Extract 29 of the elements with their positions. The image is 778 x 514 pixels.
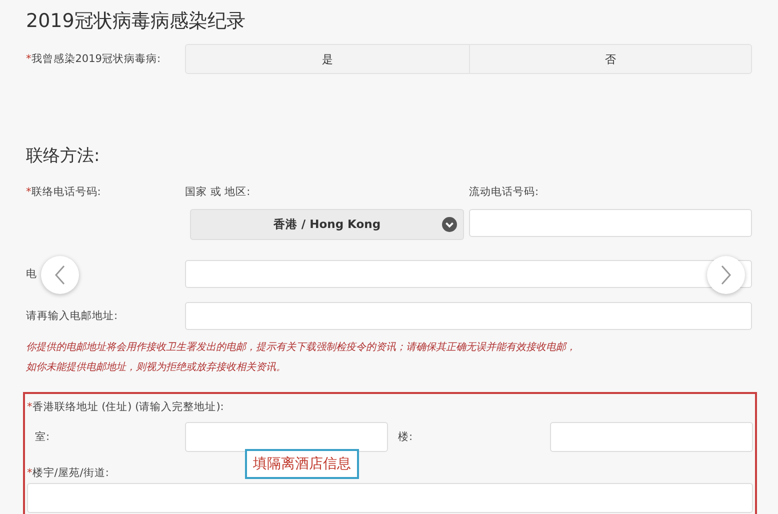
- caret-icon: [442, 217, 457, 232]
- notice-text: 如你未能提供电邮地址，则视为拒绝或放弃接收相关资讯。: [26, 360, 287, 375]
- region-select[interactable]: 香港 / Hong Kong: [190, 209, 464, 240]
- field-label: 室:: [34, 430, 51, 444]
- previous-button[interactable]: [41, 256, 79, 294]
- field-label: *楼宇/屋苑/街道:: [27, 467, 109, 479]
- section-title: 2019冠状病毒病感染纪录: [26, 9, 246, 34]
- field-label: *联络电话号码:: [26, 185, 102, 199]
- section-title: 联络方法:: [26, 145, 101, 167]
- mobile-number-field[interactable]: [469, 209, 752, 237]
- notice-text: 你提供的电邮地址将会用作接收卫生署发出的电邮，提示有关下载强制检疫令的资讯；请确保其正确无误并能有效接收电邮，: [26, 340, 577, 355]
- next-button[interactable]: [707, 256, 745, 294]
- field-label: 国家 或 地区:: [185, 185, 252, 199]
- toggle-option[interactable]: 是: [186, 45, 468, 73]
- chevron-right-icon: [720, 265, 732, 285]
- email-confirm-field[interactable]: [185, 302, 752, 330]
- field-label: 楼:: [397, 430, 414, 444]
- email-field[interactable]: [185, 260, 752, 288]
- field-label: 电: [26, 268, 37, 280]
- field-label: 流动电话号码:: [469, 185, 540, 199]
- toggle-option[interactable]: 否: [468, 45, 751, 73]
- room-field[interactable]: [185, 422, 388, 452]
- field-label: *我曾感染2019冠状病毒病:: [26, 52, 162, 66]
- field-label: 请再输入电邮地址:: [26, 309, 119, 323]
- field-label: *香港联络地址 (住址) (请输入完整地址):: [27, 401, 224, 413]
- street-field[interactable]: [27, 483, 753, 513]
- floor-field[interactable]: [550, 422, 753, 452]
- annotation-label: 填隔离酒店信息: [245, 449, 359, 479]
- chevron-left-icon: [54, 265, 66, 285]
